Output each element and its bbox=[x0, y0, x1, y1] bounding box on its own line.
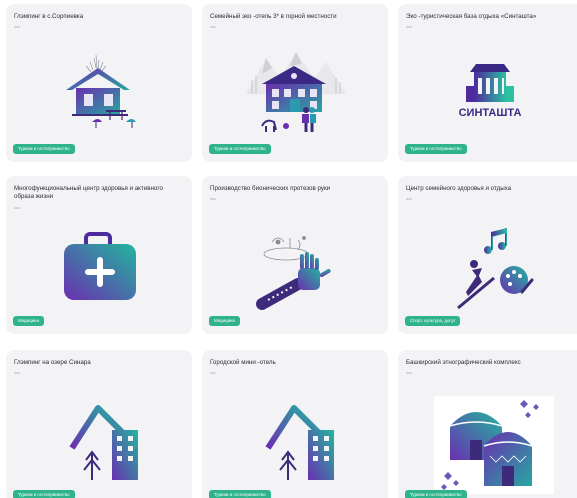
category-badge: Туризм и гостеприимство bbox=[405, 144, 467, 154]
card-title: Семейный эко -отель 3* в горной местност… bbox=[210, 13, 337, 20]
card-title: Многофункциональный центр здоровья и акт… bbox=[14, 185, 163, 201]
card-title: Производство бионических протезов руки bbox=[210, 185, 331, 192]
card-subtitle: ооо bbox=[210, 25, 217, 29]
card-subtitle: ооо bbox=[210, 371, 217, 375]
project-card[interactable]: Центр семейного здоровья и отдыха ооо Сп… bbox=[398, 176, 577, 334]
sintashta-logo-text: СИНТАШТА bbox=[459, 107, 522, 119]
mountain-hotel-icon bbox=[69, 405, 138, 480]
project-card[interactable]: Башкирский этнографический комплекс ооо … bbox=[398, 350, 577, 498]
category-badge: Туризм и гостеприимство bbox=[405, 490, 467, 498]
card-title: Глэмпинг на озере Синара bbox=[14, 359, 91, 366]
bionic-hand-icon bbox=[256, 236, 331, 310]
category-badge: Медицина bbox=[209, 316, 240, 326]
card-title: Городской мини -отель bbox=[210, 359, 276, 366]
project-card[interactable]: Эко -туристическая база отдыха «Синташта… bbox=[398, 4, 577, 162]
card-subtitle: ооо bbox=[14, 206, 21, 210]
card-subtitle: ооо bbox=[406, 25, 413, 29]
category-badge: Туризм и гостеприимство bbox=[209, 490, 271, 498]
sport-culture-icon bbox=[457, 228, 534, 310]
card-subtitle: ооо bbox=[14, 371, 21, 375]
category-badge: Туризм и гостеприимство bbox=[13, 144, 75, 154]
project-card[interactable]: Семейный эко -отель 3* в горной местност… bbox=[202, 4, 388, 162]
project-card[interactable]: Глэмпинг в с.Сорпиевка ооо Туризм и гост… bbox=[6, 4, 192, 162]
category-badge: Медицина bbox=[13, 316, 44, 326]
project-card[interactable]: Глэмпинг на озере Синара ооо Туризм и го… bbox=[6, 350, 192, 498]
medical-kit-icon bbox=[64, 232, 136, 300]
category-badge: Туризм и гостеприимство bbox=[209, 144, 271, 154]
card-subtitle: ооо bbox=[406, 371, 413, 375]
project-card[interactable]: Городской мини -отель ооо Туризм и госте… bbox=[202, 350, 388, 498]
project-card[interactable]: Многофункциональный центр здоровья и акт… bbox=[6, 176, 192, 334]
card-title: Центр семейного здоровья и отдыха bbox=[406, 185, 512, 192]
mountain-hotel-icon bbox=[265, 405, 334, 480]
card-subtitle: ооо bbox=[14, 25, 21, 29]
glamping-house-icon bbox=[66, 54, 136, 128]
project-card[interactable]: Производство бионических протезов руки о… bbox=[202, 176, 388, 334]
card-title: Башкирский этнографический комплекс bbox=[406, 359, 521, 366]
card-subtitle: ооо bbox=[406, 197, 413, 201]
yurt-icon bbox=[434, 396, 554, 494]
mountain-eco-hotel-icon bbox=[246, 52, 346, 132]
card-title: Эко -туристическая база отдыха «Синташта… bbox=[406, 13, 537, 20]
category-badge: Спорт, культура, досуг bbox=[405, 316, 461, 326]
card-subtitle: ооо bbox=[210, 197, 217, 201]
category-badge: Туризм и гостеприимство bbox=[13, 490, 75, 498]
card-title: Глэмпинг в с.Сорпиевка bbox=[14, 13, 84, 20]
sintashta-logo-icon: СИНТАШТА bbox=[459, 64, 522, 119]
